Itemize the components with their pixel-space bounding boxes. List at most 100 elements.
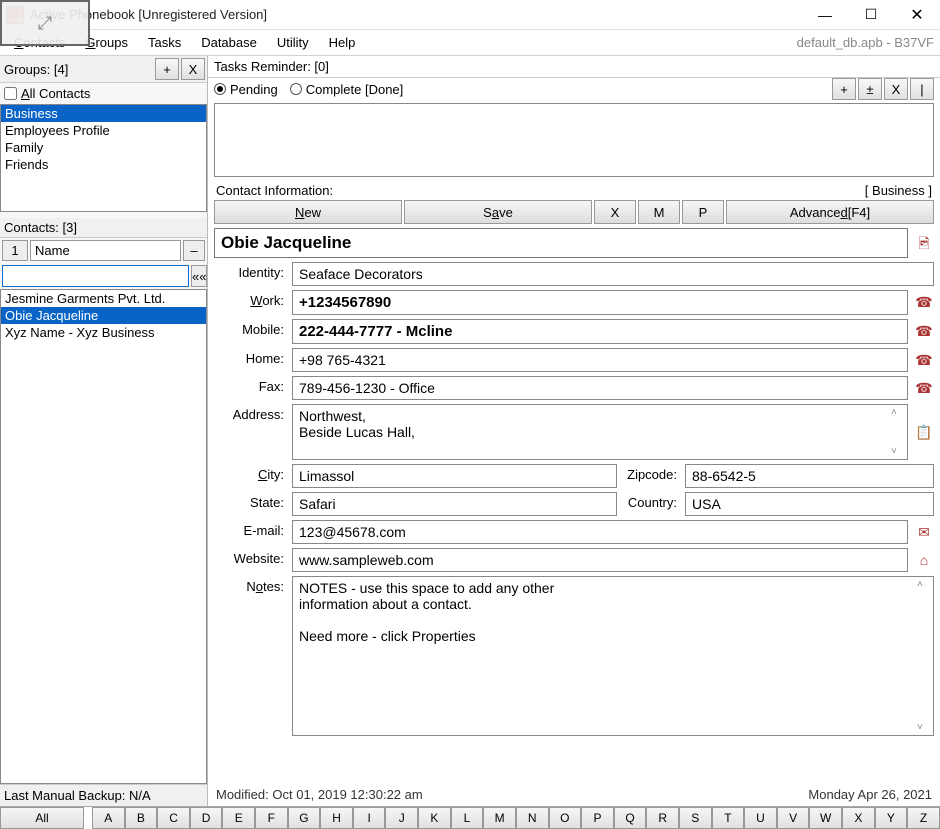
all-contacts-checkbox[interactable]	[4, 87, 17, 100]
mail-icon[interactable]: ✉	[914, 520, 934, 544]
save-contact-button[interactable]: Save	[404, 200, 592, 224]
home-icon[interactable]: ⌂	[914, 548, 934, 572]
alpha-letter-button[interactable]: A	[92, 807, 125, 829]
scrollbar-icon[interactable]: ˄˅	[891, 407, 905, 457]
website-label: Website:	[214, 548, 286, 572]
add-group-button[interactable]: +	[155, 58, 179, 80]
alpha-letter-button[interactable]: E	[222, 807, 255, 829]
task-toggle-button[interactable]: ±	[858, 78, 882, 100]
phone-icon[interactable]: ☎	[914, 319, 934, 344]
contact-group-tag: [ Business ]	[865, 183, 932, 198]
menu-tasks[interactable]: Tasks	[138, 35, 191, 50]
identity-label: Identity:	[214, 262, 286, 286]
state-field[interactable]: Safari	[292, 492, 617, 516]
contacts-list[interactable]: Jesmine Garments Pvt. Ltd. Obie Jacqueli…	[0, 289, 207, 784]
scrollbar-icon[interactable]: ˄˅	[917, 579, 931, 733]
groups-list[interactable]: Business Employees Profile Family Friend…	[0, 104, 207, 212]
task-add-button[interactable]: +	[832, 78, 856, 100]
alpha-letter-button[interactable]: Q	[614, 807, 647, 829]
city-field[interactable]: Limassol	[292, 464, 617, 488]
contact-item[interactable]: Jesmine Garments Pvt. Ltd.	[1, 290, 206, 307]
m-button[interactable]: M	[638, 200, 680, 224]
contacts-search-input[interactable]	[2, 265, 189, 287]
email-label: E-mail:	[214, 520, 286, 544]
alpha-all-button[interactable]: All	[0, 807, 84, 829]
alpha-letter-button[interactable]: P	[581, 807, 614, 829]
alpha-letter-button[interactable]: R	[646, 807, 679, 829]
alpha-letter-button[interactable]: C	[157, 807, 190, 829]
phone-icon[interactable]: ☎	[914, 348, 934, 372]
alpha-letter-button[interactable]: S	[679, 807, 712, 829]
alpha-letter-button[interactable]: Z	[907, 807, 940, 829]
alpha-letter-button[interactable]: D	[190, 807, 223, 829]
country-field[interactable]: USA	[685, 492, 934, 516]
phone-icon[interactable]: ☎	[914, 376, 934, 400]
window-title: Active Phonebook [Unregistered Version]	[30, 7, 802, 22]
sort-toggle-button[interactable]: –	[183, 240, 205, 261]
tasks-complete-radio[interactable]: Complete [Done]	[290, 82, 404, 97]
titlebar: Active Phonebook [Unregistered Version] …	[0, 0, 940, 30]
menu-database[interactable]: Database	[191, 35, 267, 50]
delete-contact-button[interactable]: X	[594, 200, 636, 224]
email-field[interactable]: 123@45678.com	[292, 520, 908, 544]
contact-item[interactable]: Obie Jacqueline	[1, 307, 206, 324]
photo-icon[interactable]: 🖻	[914, 228, 934, 262]
backup-status: Last Manual Backup: N/A	[0, 784, 207, 806]
alpha-letter-button[interactable]: Y	[875, 807, 908, 829]
zipcode-field[interactable]: 88-6542-5	[685, 464, 934, 488]
tasks-list[interactable]	[214, 103, 934, 177]
alpha-letter-button[interactable]: W	[809, 807, 842, 829]
sort-id-button[interactable]: 1	[2, 240, 28, 261]
groups-header: Groups: [4]	[4, 62, 68, 77]
task-delete-button[interactable]: X	[884, 78, 908, 100]
alphabet-filter-bar: All A B C D E F G H I J K L M N O P Q R …	[0, 806, 940, 829]
delete-group-button[interactable]: X	[181, 58, 205, 80]
window-minimize-button[interactable]: —	[802, 0, 848, 29]
group-item[interactable]: Business	[1, 105, 206, 122]
home-phone-field[interactable]: +98 765-4321	[292, 348, 908, 372]
alpha-letter-button[interactable]: O	[549, 807, 582, 829]
alpha-letter-button[interactable]: G	[288, 807, 321, 829]
contact-item[interactable]: Xyz Name - Xyz Business	[1, 324, 206, 341]
alpha-letter-button[interactable]: B	[125, 807, 158, 829]
website-field[interactable]: www.sampleweb.com	[292, 548, 908, 572]
notes-field[interactable]: NOTES - use this space to add any other …	[292, 576, 934, 736]
group-item[interactable]: Friends	[1, 156, 206, 173]
alpha-letter-button[interactable]: N	[516, 807, 549, 829]
sort-name-button[interactable]: Name	[30, 240, 181, 261]
alpha-letter-button[interactable]: M	[483, 807, 516, 829]
group-item[interactable]: Family	[1, 139, 206, 156]
alpha-letter-button[interactable]: V	[777, 807, 810, 829]
advanced-button[interactable]: Advanced [F4]	[726, 200, 934, 224]
alpha-letter-button[interactable]: F	[255, 807, 288, 829]
task-separator-button[interactable]: |	[910, 78, 934, 100]
fax-field[interactable]: 789-456-1230 - Office	[292, 376, 908, 400]
group-item[interactable]: Employees Profile	[1, 122, 206, 139]
work-phone-field[interactable]: +1234567890	[292, 290, 908, 315]
alpha-letter-button[interactable]: H	[320, 807, 353, 829]
alpha-letter-button[interactable]: U	[744, 807, 777, 829]
alpha-letter-button[interactable]: T	[712, 807, 745, 829]
contact-info-header: Contact Information:	[216, 183, 333, 198]
mobile-phone-field[interactable]: 222-444-7777 - Mcline	[292, 319, 908, 344]
window-close-button[interactable]: ✕	[894, 0, 940, 29]
alpha-letter-button[interactable]: L	[451, 807, 484, 829]
p-button[interactable]: P	[682, 200, 724, 224]
window-maximize-button[interactable]: ☐	[848, 0, 894, 29]
alpha-letter-button[interactable]: X	[842, 807, 875, 829]
tasks-pending-radio[interactable]: Pending	[214, 82, 278, 97]
identity-field[interactable]: Seaface Decorators	[292, 262, 934, 286]
country-label: Country:	[623, 492, 679, 516]
menu-utility[interactable]: Utility	[267, 35, 319, 50]
address-field[interactable]: Northwest, Beside Lucas Hall, ˄˅	[292, 404, 908, 460]
alpha-letter-button[interactable]: J	[385, 807, 418, 829]
contact-form: Obie Jacqueline 🖻 Identity: Seaface Deco…	[208, 228, 940, 783]
alpha-letter-button[interactable]: K	[418, 807, 451, 829]
menu-help[interactable]: Help	[319, 35, 366, 50]
new-contact-button[interactable]: New	[214, 200, 402, 224]
home-label: Home:	[214, 348, 286, 372]
alpha-letter-button[interactable]: I	[353, 807, 386, 829]
clipboard-icon[interactable]: 📋	[914, 404, 934, 460]
contacts-search-go-button[interactable]: ««	[191, 265, 207, 287]
phone-icon[interactable]: ☎	[914, 290, 934, 315]
